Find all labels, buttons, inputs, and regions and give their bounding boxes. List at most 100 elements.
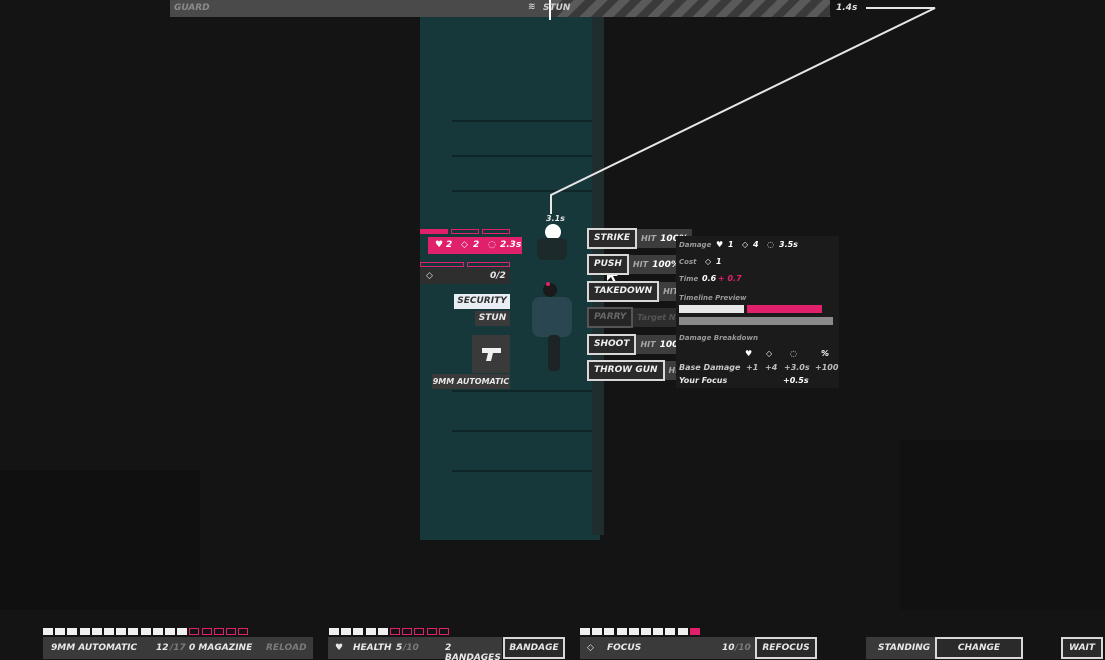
base-health: +1 xyxy=(746,363,759,372)
pistol-icon xyxy=(482,348,501,361)
ammo-pip xyxy=(140,628,151,635)
weapon-panel: 9MM AUTOMATIC 12 /17 0 MAGAZINE RELOAD xyxy=(43,637,313,659)
focus-pip xyxy=(689,628,700,635)
focus-pip xyxy=(580,628,590,635)
breakdown-label: Damage Breakdown xyxy=(679,334,758,342)
action-parry[interactable]: PARRY Target N xyxy=(587,307,684,328)
health-label: HEALTH xyxy=(353,643,392,653)
cost-label: Cost xyxy=(679,258,697,266)
enemy-stats-badge: ♥ 2 ◇ 2 ◌ 2.3s xyxy=(428,237,522,254)
focus-diamond-icon: ◇ xyxy=(426,271,433,281)
stun-icon: ≋ xyxy=(528,2,536,12)
health-pip xyxy=(365,628,376,635)
enemy-countdown: 3.1s xyxy=(546,214,565,223)
state-badge: STUN xyxy=(475,311,510,326)
player-sprite xyxy=(532,282,572,371)
turn-timeline: GUARD ≋ STUN xyxy=(170,0,830,20)
health-pip xyxy=(402,628,413,635)
enemy-focus-bar: ◇ 0/2 xyxy=(420,268,510,284)
ammo-pip xyxy=(201,628,212,635)
cost-focus: 1 xyxy=(716,257,722,266)
damage-health: 1 xyxy=(728,240,734,249)
stun-label: STUN xyxy=(543,3,571,13)
hit-label: Target N xyxy=(637,313,676,322)
focus-diamond-icon: ◇ xyxy=(705,257,712,266)
action-button[interactable]: TAKEDOWN xyxy=(587,281,660,302)
ammo-pip xyxy=(238,628,249,635)
ammo-max: /17 xyxy=(170,643,186,653)
focus-pip xyxy=(604,628,615,635)
focus-pip xyxy=(665,628,676,635)
timeline-link-line xyxy=(550,7,936,214)
ammo-pip xyxy=(189,628,200,635)
ammo-pip xyxy=(79,628,90,635)
enemy-focus-pip xyxy=(467,262,510,267)
ammo-current: 12 xyxy=(156,643,169,653)
reload-button[interactable]: RELOAD xyxy=(266,643,307,653)
focus-diamond-icon: ◇ xyxy=(461,240,468,250)
action-push[interactable]: PUSH HIT 100% xyxy=(587,254,684,275)
focus-pip xyxy=(641,628,651,635)
ammo-pip xyxy=(116,628,127,635)
weapon-name: 9MM AUTOMATIC xyxy=(51,643,138,653)
focus-label: FOCUS xyxy=(607,643,642,653)
enemy-focus-pip xyxy=(420,262,464,267)
enemy-health-value: 2 xyxy=(446,240,453,250)
change-stance-button[interactable]: CHANGE STANCE xyxy=(935,637,1023,659)
ammo-pip xyxy=(152,628,163,635)
focus-pip xyxy=(616,628,627,635)
heart-icon: ♥ xyxy=(745,349,753,358)
enemy-health-pip xyxy=(420,229,448,234)
damage-time: 3.5s xyxy=(779,240,798,249)
focus-current: 10 xyxy=(722,643,735,653)
ammo-pip xyxy=(55,628,66,635)
time-delta: + 0.7 xyxy=(718,274,742,283)
your-focus-label: Your Focus xyxy=(679,376,728,385)
health-pip xyxy=(377,628,388,635)
hit-label: HIT xyxy=(632,260,649,269)
damage-focus: 4 xyxy=(753,240,759,249)
game-scene[interactable] xyxy=(0,0,1105,660)
action-button[interactable]: SHOOT xyxy=(587,334,637,355)
health-pip xyxy=(341,628,352,635)
focus-diamond-icon: ◇ xyxy=(587,643,594,653)
focus-diamond-icon: ◇ xyxy=(766,349,773,358)
base-time: +3.0s xyxy=(784,363,810,372)
base-percent: +100 xyxy=(815,363,839,372)
health-max: /10 xyxy=(403,643,419,653)
refocus-button[interactable]: REFOCUS xyxy=(755,637,817,659)
health-pip xyxy=(390,628,400,635)
base-focus: +4 xyxy=(765,363,778,372)
ammo-pip xyxy=(104,628,114,635)
ammo-pip xyxy=(213,628,224,635)
enemy-weapon-label: 9MM AUTOMATIC xyxy=(432,374,510,389)
action-button[interactable]: THROW GUN xyxy=(587,360,665,381)
magazine-count: 0 MAGAZINE xyxy=(189,643,253,653)
focus-panel: ◇ FOCUS 10 /10 xyxy=(580,637,757,659)
enemy-health-pip xyxy=(482,229,510,234)
time-label: Time xyxy=(679,275,699,283)
action-button[interactable]: STRIKE xyxy=(587,228,638,249)
action-button[interactable]: PARRY xyxy=(587,307,634,328)
guard-sprite xyxy=(537,224,567,260)
action-info-panel: Damage ♥ 1 ◇ 4 ◌ 3.5s Cost ◇ 1 Time 0.6 … xyxy=(676,236,839,388)
guard-label: GUARD xyxy=(174,3,210,13)
focus-pip xyxy=(628,628,639,635)
wait-button[interactable]: WAIT xyxy=(1061,637,1103,659)
health-pip xyxy=(438,628,449,635)
enemy-focus-value: 2 xyxy=(473,240,480,250)
timeline-elapsed xyxy=(170,0,550,17)
enemy-time-value: 2.3s xyxy=(500,240,522,250)
health-pip xyxy=(329,628,339,635)
health-pip xyxy=(426,628,437,635)
health-pip xyxy=(353,628,364,635)
time-dotted-icon: ◌ xyxy=(790,349,797,358)
timeline-preview-label: Timeline Preview xyxy=(679,294,747,302)
bandage-button[interactable]: BANDAGE xyxy=(503,637,565,659)
scene-overlay xyxy=(532,7,936,371)
action-button[interactable]: PUSH xyxy=(587,254,629,275)
base-damage-label: Base Damage xyxy=(679,363,741,372)
bandage-count: 2 BANDAGES xyxy=(445,643,501,660)
weapon-tile xyxy=(472,335,510,373)
percent-symbol: % xyxy=(821,349,830,358)
